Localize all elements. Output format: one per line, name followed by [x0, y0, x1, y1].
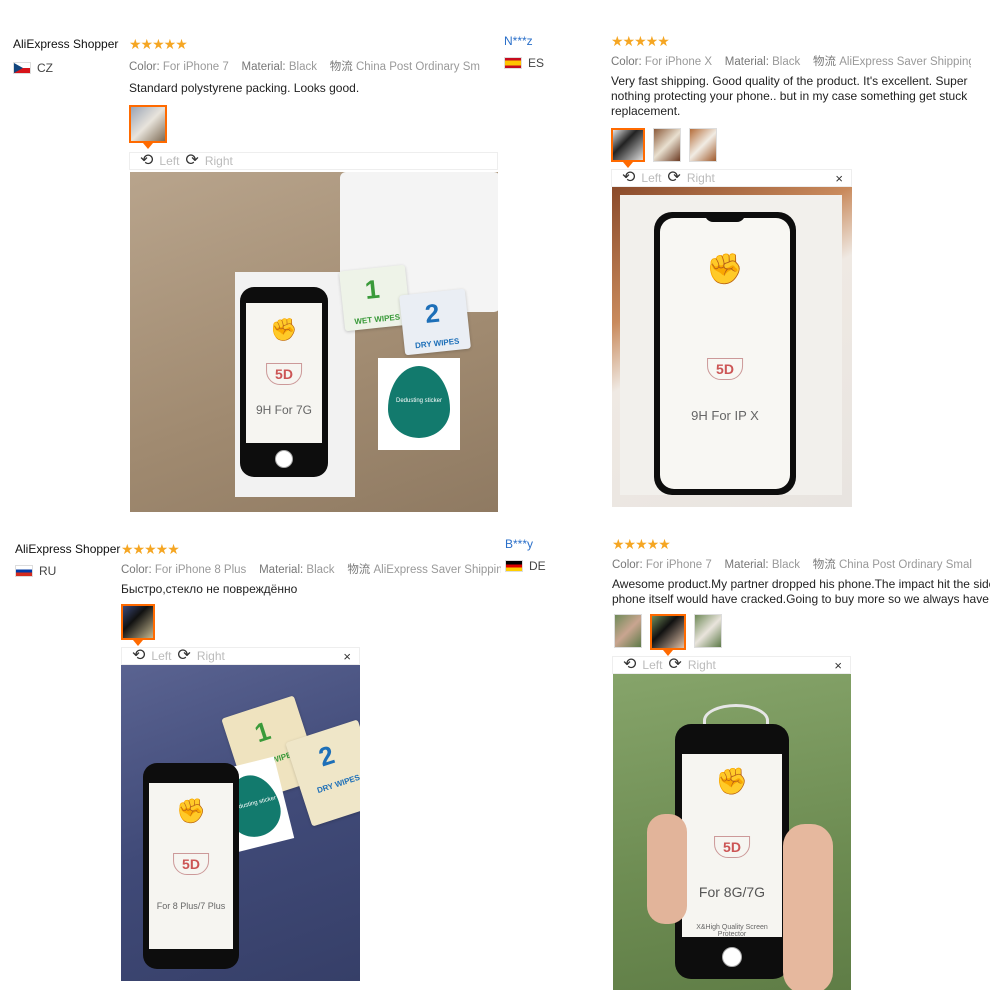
flag-cz-icon	[13, 62, 31, 74]
photo-thumbnail[interactable]	[650, 614, 686, 656]
screen-protector: ✊ 5D 9H For IP X	[654, 212, 796, 495]
dry-wipes-pack: 2 DRY WIPES	[399, 288, 471, 356]
reviewer-country: CZ	[13, 61, 53, 75]
photo-thumbnail[interactable]	[689, 128, 717, 162]
flag-ru-icon	[15, 565, 33, 577]
pack-number: 2	[423, 297, 442, 329]
photo-toolbar: ⟲ Left ⟳ Right ×	[121, 647, 360, 665]
photo-thumbnails	[129, 105, 167, 149]
rotate-right-label[interactable]: Right	[688, 658, 716, 672]
review-photo[interactable]: ✊ 5D 9H For 7G 1 WET WIPES 2 DRY WIPES D…	[130, 172, 498, 512]
star-rating: ★★★★★	[612, 536, 671, 552]
flag-de-icon	[505, 560, 523, 572]
close-icon[interactable]: ×	[835, 171, 843, 186]
rotate-left-label[interactable]: Left	[159, 154, 179, 168]
review-photo[interactable]: ✊ 5D 9H For IP X	[612, 187, 852, 507]
rotate-left-label[interactable]: Left	[642, 658, 662, 672]
model-text: 9H For 7G	[255, 403, 312, 417]
photo-thumbnail[interactable]	[129, 105, 167, 149]
pack-number: 1	[250, 715, 275, 749]
photo-thumbnail[interactable]	[653, 128, 681, 162]
review-photo[interactable]: ✊ 5D For 8G/7G X&High Quality Screen Pro…	[613, 674, 851, 990]
photo-toolbar: ⟲ Left ⟳ Right ×	[611, 169, 852, 187]
close-icon[interactable]: ×	[834, 658, 842, 673]
screen-protector: ✊ 5D For 8 Plus/7 Plus	[143, 763, 239, 969]
reviewer-country: ES	[504, 56, 544, 70]
rotate-right-label[interactable]: Right	[687, 171, 715, 185]
home-button-icon	[722, 947, 742, 967]
star-rating: ★★★★★	[121, 541, 180, 557]
rotate-right-icon[interactable]: ⟳	[185, 153, 198, 169]
country-code: DE	[529, 559, 546, 573]
5d-badge: 5D	[714, 836, 750, 858]
reviewer-country: RU	[15, 564, 56, 578]
star-rating: ★★★★★	[129, 36, 188, 52]
order-info: Color: For iPhone X Material: Black 物流 A…	[611, 56, 971, 68]
5d-badge: 5D	[707, 358, 743, 380]
photo-toolbar: ⟲ Left ⟳ Right ×	[612, 656, 851, 674]
order-info: Color: For iPhone 8 Plus Material: Black…	[121, 564, 501, 576]
photo-toolbar: ⟲ Left ⟳ Right	[129, 152, 498, 170]
review-photo[interactable]: 1 WET WIPES 2 DRY WIPES Dedusting sticke…	[121, 665, 360, 981]
photo-thumbnail[interactable]	[614, 614, 642, 648]
rotate-left-label[interactable]: Left	[151, 649, 171, 663]
screen-protector: ✊ 5D For 8G/7G X&High Quality Screen Pro…	[675, 724, 789, 979]
rotate-right-icon[interactable]: ⟳	[177, 648, 190, 664]
model-text: 9H For IP X	[691, 408, 759, 423]
photo-thumbnails	[614, 614, 722, 656]
thumb-finger	[647, 814, 687, 924]
fist-icon: ✊	[706, 253, 744, 286]
pack-number: 1	[363, 273, 382, 305]
photo-footer-text: X&High Quality Screen Protector	[696, 924, 768, 938]
reviewer-country: DE	[505, 559, 546, 573]
order-info: Color: For iPhone 7 Material: Black 物流 C…	[612, 559, 972, 571]
reviewer-name[interactable]: B***y	[505, 537, 533, 551]
fist-icon: ✊	[176, 798, 206, 825]
pack-label: DRY WIPES	[414, 336, 460, 351]
photo-thumbnail[interactable]	[611, 128, 645, 168]
photo-thumbnail[interactable]	[694, 614, 722, 648]
reviewer-name[interactable]: N***z	[504, 34, 533, 48]
rotate-right-label[interactable]: Right	[197, 649, 225, 663]
hand	[783, 824, 833, 990]
country-code: CZ	[37, 61, 53, 75]
home-button-icon	[275, 450, 293, 468]
sticker-label: Dedusting sticker	[396, 398, 443, 404]
reviewer-name[interactable]: AliExpress Shopper	[15, 542, 120, 556]
dedusting-sticker: Dedusting sticker	[378, 358, 460, 450]
5d-badge: 5D	[173, 853, 209, 875]
notch	[705, 212, 745, 222]
review-text: Very fast shipping. Good quality of the …	[611, 74, 969, 118]
pack-label: DRY WIPES	[316, 772, 360, 796]
fist-icon: ✊	[270, 317, 298, 342]
country-code: RU	[39, 564, 57, 578]
rotate-left-icon[interactable]: ⟲	[140, 153, 153, 169]
5d-badge: 5D	[266, 363, 302, 385]
screen-protector: ✊ 5D 9H For 7G	[240, 287, 328, 477]
review-text: Awesome product.My partner dropped his p…	[612, 577, 990, 606]
rotate-right-label[interactable]: Right	[205, 154, 233, 168]
order-info: Color: For iPhone 7 Material: Black 物流 C…	[129, 61, 480, 73]
review-text: Быстро,стекло не повреждённо	[121, 582, 298, 596]
rotate-right-icon[interactable]: ⟳	[668, 657, 681, 673]
review-text: Standard polystyrene packing. Looks good…	[129, 81, 360, 95]
photo-thumbnail[interactable]	[121, 604, 155, 646]
model-text: For 8G/7G	[698, 884, 766, 900]
close-icon[interactable]: ×	[343, 649, 351, 664]
rotate-left-icon[interactable]: ⟲	[132, 648, 145, 664]
photo-thumbnails	[611, 128, 717, 168]
reviewer-name[interactable]: AliExpress Shopper	[13, 37, 118, 51]
rotate-left-label[interactable]: Left	[641, 171, 661, 185]
star-rating: ★★★★★	[611, 33, 670, 49]
rotate-right-icon[interactable]: ⟳	[667, 170, 680, 186]
model-text: For 8 Plus/7 Plus	[156, 901, 226, 911]
pack-number: 2	[314, 739, 339, 773]
fist-icon: ✊	[715, 766, 749, 796]
photo-thumbnails	[121, 604, 155, 646]
country-code: ES	[528, 56, 545, 70]
flag-es-icon	[504, 57, 522, 69]
rotate-left-icon[interactable]: ⟲	[623, 657, 636, 673]
rotate-left-icon[interactable]: ⟲	[622, 170, 635, 186]
